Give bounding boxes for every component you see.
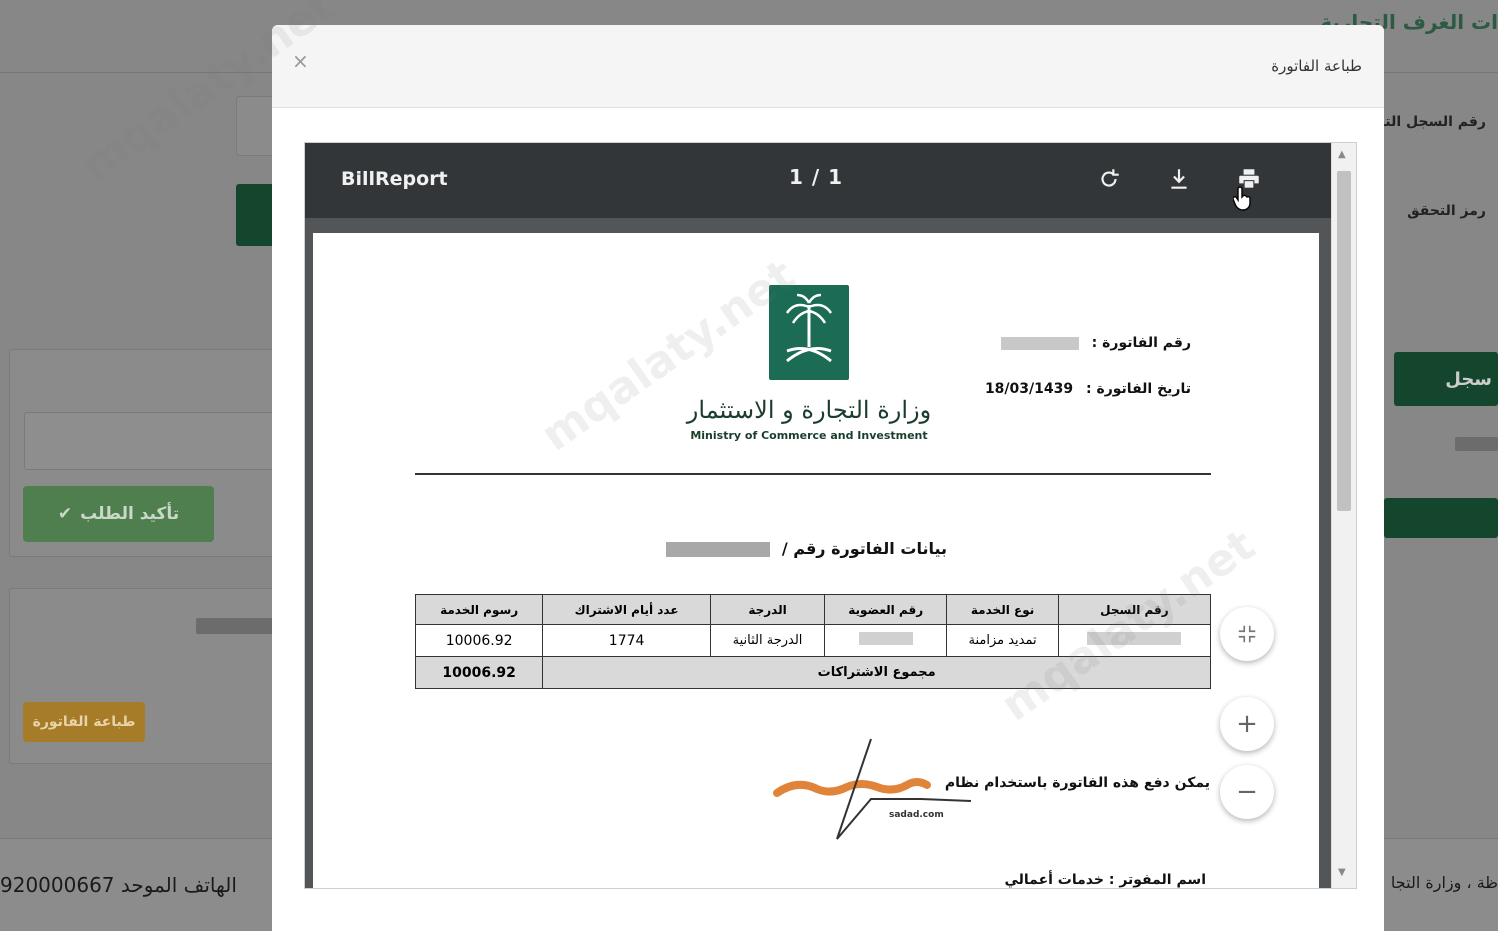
- ministry-name-english: Ministry of Commerce and Investment: [690, 429, 928, 442]
- invoice-number-row: رقم الفاتورة :: [1000, 335, 1191, 351]
- invoice-number-label: رقم الفاتورة: [1102, 335, 1191, 351]
- confirm-request-label: تأكيد الطلب: [80, 504, 180, 524]
- invoice-date-label: تاريخ الفاتورة: [1096, 381, 1191, 397]
- request-input[interactable]: [24, 412, 286, 470]
- sadad-caption: sadad.com: [889, 810, 944, 820]
- invoice-date-row: تاريخ الفاتورة : 18/03/1439: [984, 381, 1191, 397]
- invoice-date-value: 18/03/1439: [984, 381, 1074, 397]
- scroll-thumb[interactable]: [1337, 171, 1351, 511]
- check-icon: ✔: [57, 504, 73, 524]
- modal-header: × طباعة الفاتورة: [272, 25, 1384, 108]
- ministry-emblem-icon: [769, 285, 849, 380]
- total-label: مجموع الاشتراكات: [542, 656, 1211, 689]
- cell-cr-number: [1057, 624, 1212, 657]
- table-total-row: مجموع الاشتراكات 10006.92: [414, 656, 1211, 689]
- biller-name: اسم المفوتر : خدمات أعمالي: [1004, 872, 1207, 888]
- green-bar: [1384, 498, 1498, 538]
- col-subscription-days: عدد أيام الاشتراك: [542, 594, 711, 625]
- zoom-in-icon[interactable]: +: [1220, 697, 1274, 751]
- confirm-request-button[interactable]: تأكيد الطلب ✔: [23, 486, 214, 542]
- col-service-type: نوع الخدمة: [946, 594, 1059, 625]
- redacted-value: [196, 618, 274, 634]
- footer-phone: الهاتف الموحد 920000667: [0, 873, 237, 897]
- document-title: BillReport: [341, 168, 448, 190]
- cell-service-fee: 10006.92: [414, 624, 544, 657]
- col-membership-number: رقم العضوية: [824, 594, 948, 625]
- sadad-logo-icon: sadad.com: [771, 729, 976, 859]
- ministry-name-arabic: وزارة التجارة و الاستثمار: [686, 396, 932, 424]
- rotate-icon[interactable]: [1093, 163, 1125, 195]
- col-service-fee: رسوم الخدمة: [414, 594, 544, 625]
- register-button-label: سجل: [1445, 368, 1492, 390]
- footer-copyright: ظة ، وزارة التجا: [1390, 873, 1498, 892]
- viewer-scrollbar[interactable]: ▲ ▼: [1331, 143, 1356, 888]
- invoice-heading: بيانات الفاتورة رقم /: [666, 539, 947, 558]
- cell-subscription-days: 1774: [542, 624, 711, 657]
- scroll-down-icon[interactable]: ▼: [1338, 867, 1346, 878]
- pdf-page: وزارة التجارة و الاستثمار Ministry of Co…: [313, 233, 1319, 888]
- cell-grade: الدرجة الثانية: [709, 624, 826, 657]
- print-invoice-button[interactable]: طباعة الفاتورة: [23, 702, 145, 742]
- page-indicator: 1 / 1: [789, 165, 844, 189]
- total-value: 10006.92: [414, 656, 544, 689]
- fit-to-page-icon[interactable]: [1220, 607, 1274, 661]
- modal-title: طباعة الفاتورة: [1271, 57, 1362, 75]
- invoice-table: رقم السجل نوع الخدمة رقم العضوية الدرجة …: [414, 594, 1212, 689]
- payment-note: يمكن دفع هذه الفاتورة باستخدام نظام: [944, 775, 1210, 791]
- cell-service-type: تمديد مزامنة: [946, 624, 1059, 657]
- table-row: تمديد مزامنة الدرجة الثانية 1774 10006.9…: [414, 624, 1212, 657]
- download-icon[interactable]: [1163, 163, 1195, 195]
- print-invoice-modal: × طباعة الفاتورة BillReport 1 / 1 وزارة …: [272, 25, 1384, 931]
- col-cr-number: رقم السجل: [1057, 594, 1212, 625]
- cursor-hand-icon: [1232, 185, 1257, 215]
- col-grade: الدرجة: [709, 594, 826, 625]
- verification-code-label: رمز التحقق: [1407, 203, 1486, 219]
- redacted-value: [1455, 437, 1498, 451]
- register-button[interactable]: سجل: [1394, 352, 1498, 406]
- header-rule: [415, 473, 1211, 475]
- zoom-out-icon[interactable]: −: [1220, 765, 1274, 819]
- pdf-viewer: BillReport 1 / 1 وزارة التجارة و الاستثم…: [304, 142, 1357, 889]
- invoice-number-redacted: [1000, 336, 1079, 350]
- scroll-up-icon[interactable]: ▲: [1338, 149, 1346, 160]
- invoice-heading-text: بيانات الفاتورة رقم /: [781, 539, 947, 558]
- invoice-heading-redacted: [666, 542, 771, 557]
- cell-membership-number: [824, 624, 948, 657]
- table-header-row: رقم السجل نوع الخدمة رقم العضوية الدرجة …: [414, 594, 1212, 625]
- close-icon[interactable]: ×: [292, 49, 309, 73]
- pdf-toolbar: BillReport 1 / 1: [305, 143, 1356, 218]
